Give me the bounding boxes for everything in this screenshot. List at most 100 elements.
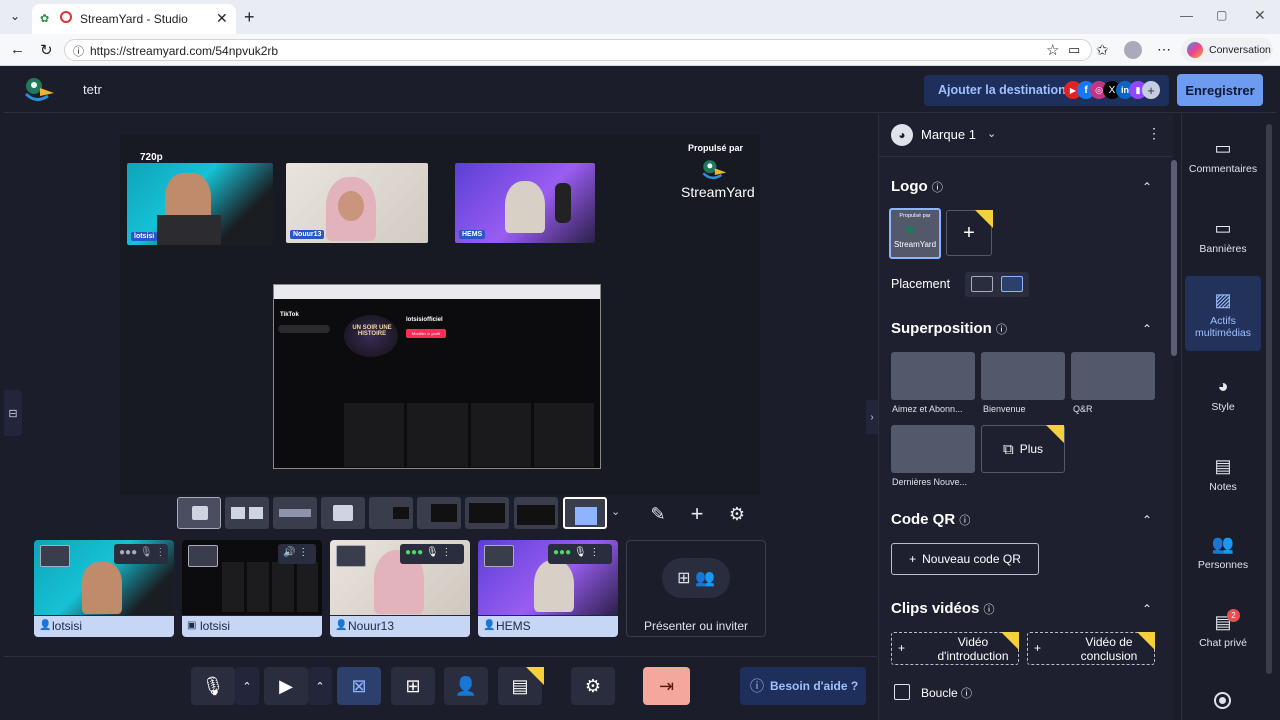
add-destination-button[interactable]: Ajouter la destination ▶ f ◎ X in ▮ + (924, 75, 1169, 106)
profile-avatar[interactable] (1124, 41, 1142, 59)
loop-checkbox[interactable] (894, 684, 910, 700)
rail-people[interactable]: 👥 Personnes (1184, 534, 1262, 571)
qr-section-title[interactable]: Code QR ⓘ (891, 511, 970, 528)
close-tab-icon[interactable]: ✕ (216, 10, 228, 27)
help-button[interactable]: ⓘ Besoin d'aide ? (740, 667, 866, 705)
new-tab-button[interactable]: + (244, 7, 255, 28)
maximize-icon[interactable]: ▢ (1216, 8, 1227, 22)
video-tile (407, 403, 468, 467)
favorites-icon[interactable]: ✩ (1096, 41, 1109, 59)
reload-icon[interactable]: ↻ (40, 41, 53, 59)
rail-scrollbar[interactable] (1266, 124, 1272, 674)
rail-comments[interactable]: ▭ Commentaires (1184, 138, 1262, 175)
brand-chevron-icon[interactable]: ⌄ (987, 127, 996, 140)
studio-name[interactable]: tetr (83, 82, 102, 97)
rail-style[interactable]: ◕ Style (1184, 376, 1262, 413)
camera-options-chevron-icon[interactable]: ⌃ (308, 667, 332, 705)
layout-icon (192, 506, 208, 520)
leave-studio-icon[interactable]: ⇥ (643, 667, 690, 705)
show-on-stage-icon[interactable] (40, 545, 70, 567)
url-field[interactable]: ⓘ https://streamyard.com/54npvuk2rb (64, 39, 1092, 61)
layout-panel-toggle-icon[interactable]: ⊟ (4, 390, 22, 436)
rail-media-assets[interactable]: ▨ Actifs multimédias (1184, 290, 1262, 339)
collapse-chevron-icon[interactable]: ⌃ (1142, 322, 1152, 336)
participant-controls[interactable]: ●●● 🎙 ⋮ (114, 544, 168, 564)
camera-icon[interactable]: ▶ (264, 667, 308, 705)
microphone-icon[interactable]: 🎙 (191, 667, 235, 705)
layout-solo-button[interactable] (177, 497, 221, 529)
layout-settings-gear-icon[interactable]: ⚙ (721, 499, 753, 529)
overlay-section-title[interactable]: Superposition ⓘ (891, 320, 1007, 337)
overlay-thumb[interactable] (1071, 352, 1155, 400)
brand-name[interactable]: Marque 1 (921, 127, 976, 142)
minimize-icon[interactable]: — (1180, 8, 1193, 23)
panel-menu-icon[interactable]: ⋮ (1147, 125, 1161, 142)
collapse-chevron-icon[interactable]: ⌃ (1142, 513, 1152, 527)
camera-feed-nouur13[interactable]: Nouur13 (286, 163, 428, 243)
layout-more-chevron-icon[interactable]: ⌄ (611, 505, 620, 518)
cam-name-chip: HEMS (459, 230, 486, 239)
participant-thumb[interactable]: 🔊 ⋮ ▣ lotsisi (182, 540, 322, 637)
close-window-icon[interactable]: ✕ (1254, 7, 1266, 24)
more-icon[interactable]: ⋯ (1157, 41, 1171, 58)
camera-feed-lotsisi[interactable]: lotsisi (127, 163, 273, 245)
outro-video-button[interactable]: + Vidéo de conclusion (1027, 632, 1155, 665)
placement-left-icon[interactable] (971, 276, 993, 292)
overlay-thumb[interactable] (891, 425, 975, 473)
logo-thumbnail[interactable]: Propulsé par ◉ StreamYard (889, 208, 941, 259)
new-qr-button[interactable]: + Nouveau code QR (891, 543, 1039, 575)
show-on-stage-icon[interactable] (336, 545, 366, 567)
placement-toggle[interactable] (965, 272, 1029, 297)
layout-screen-large-button[interactable] (417, 497, 461, 529)
placement-right-icon[interactable] (1001, 276, 1023, 292)
back-icon[interactable]: ← (10, 41, 25, 58)
collapse-chevron-icon[interactable]: ⌃ (1142, 602, 1152, 616)
screen-share-feed[interactable]: TikTok UN SOIR UNE HISTOIRE lotsisioffic… (273, 284, 601, 469)
site-info-icon[interactable]: ⓘ (73, 43, 84, 59)
participant-controls[interactable]: ●●● 🎙 ⋮ (400, 544, 464, 564)
overlay-thumb[interactable] (981, 352, 1065, 400)
layout-custom-button[interactable] (563, 497, 607, 529)
favorite-star-icon[interactable]: ☆ (1046, 41, 1059, 59)
intro-video-button[interactable]: + Vidéo d'introduction (891, 632, 1019, 665)
tab-list-icon[interactable]: ⌄ (10, 9, 20, 23)
brand-panel (878, 114, 1173, 720)
camera-permission-icon[interactable]: ▭ (1068, 42, 1080, 58)
collapse-panel-icon[interactable]: › (866, 400, 878, 434)
record-button[interactable]: Enregistrer (1177, 74, 1263, 106)
rail-banners[interactable]: ▭ Bannières (1184, 218, 1262, 255)
layout-group-button[interactable] (273, 497, 317, 529)
collapse-chevron-icon[interactable]: ⌃ (1142, 180, 1152, 194)
participant-controls[interactable]: 🔊 ⋮ (278, 544, 316, 564)
record-dot-icon[interactable] (1214, 692, 1231, 709)
show-on-stage-icon[interactable] (484, 545, 514, 567)
layout-screen-pip-button[interactable] (465, 497, 509, 529)
add-layout-icon[interactable]: + (681, 499, 713, 529)
rail-notes[interactable]: ▤ Notes (1184, 456, 1262, 493)
invite-guest-icon[interactable]: 👤 (444, 667, 488, 705)
camera-feed-hems[interactable]: HEMS (455, 163, 595, 243)
panel-scrollbar[interactable] (1171, 160, 1177, 356)
clips-section-title[interactable]: Clips vidéos ⓘ (891, 600, 995, 617)
layout-cropped-button[interactable] (225, 497, 269, 529)
layout-screen-side-button[interactable] (369, 497, 413, 529)
participant-thumb[interactable]: ●●● 🎙 ⋮ 👤 lotsisi (34, 540, 174, 637)
logo-section-title[interactable]: Logo ⓘ (891, 178, 943, 195)
rail-private-chat[interactable]: ▤ Chat privé (1184, 612, 1262, 649)
participant-thumb[interactable]: ●●● 🎙 ⋮ 👤 Nouur13 (330, 540, 470, 637)
participant-controls[interactable]: ●●● 🎙 ⋮ (548, 544, 612, 564)
copilot-button[interactable]: Conversation (1181, 38, 1273, 62)
show-on-stage-icon[interactable] (188, 545, 218, 567)
layout-leader-button[interactable] (321, 497, 365, 529)
browser-tab[interactable]: ✿ StreamYard - Studio ✕ (32, 4, 236, 34)
edit-pencil-icon[interactable]: ✎ (642, 499, 674, 529)
settings-gear-icon[interactable]: ⚙ (571, 667, 615, 705)
present-icon[interactable]: ⊞ (391, 667, 435, 705)
mic-options-chevron-icon[interactable]: ⌃ (235, 667, 259, 705)
present-invite-button[interactable]: ⊞ 👥 Présenter ou inviter (626, 540, 766, 637)
overlay-thumb[interactable] (891, 352, 975, 400)
participant-thumb[interactable]: ●●● 🎙 ⋮ 👤 HEMS (478, 540, 618, 637)
stop-screen-share-icon[interactable]: ⊠ (337, 667, 381, 705)
layout-screen-full-button[interactable] (514, 497, 558, 529)
streamyard-logo-icon[interactable] (22, 76, 56, 104)
